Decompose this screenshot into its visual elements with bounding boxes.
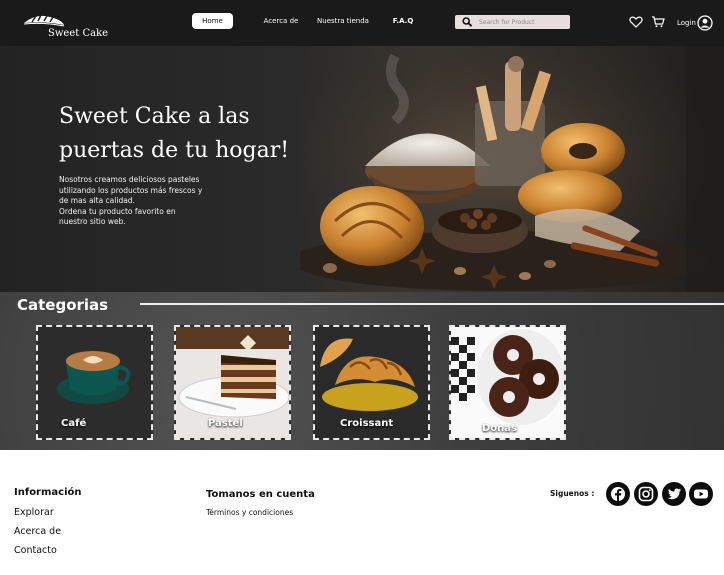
category-card-croissant[interactable]: Croissant <box>313 325 430 440</box>
categories-divider <box>140 303 724 305</box>
hero-banner: Sweet Cake a las puertas de tu hogar! No… <box>0 46 724 292</box>
twitter-button[interactable] <box>662 482 686 506</box>
youtube-button[interactable] <box>689 482 713 506</box>
brand-logo[interactable]: Sweet Cake <box>22 13 108 43</box>
footer-info-heading: Información <box>14 487 82 498</box>
login-label: Login <box>677 19 696 27</box>
hero-title: Sweet Cake a las puertas de tu hogar! <box>59 104 290 163</box>
category-label-pastel: Pastel <box>208 418 243 429</box>
footer-link-acerca[interactable]: Acerca de <box>14 526 61 537</box>
follow-label: Siguenos : <box>550 489 595 498</box>
donuts-image <box>451 327 564 438</box>
facebook-icon <box>611 487 625 502</box>
search-icon[interactable] <box>462 17 473 27</box>
brand-name: Sweet Cake <box>48 28 109 39</box>
twitter-icon <box>667 488 681 500</box>
user-icon <box>697 15 713 31</box>
footer-link-contacto[interactable]: Contacto <box>14 545 57 556</box>
categories-section: Categorias Café Pastel Croissant Donas <box>0 292 724 450</box>
category-label-donas: Donas <box>482 423 517 434</box>
nav-store[interactable]: Nuestra tienda <box>313 13 373 29</box>
hero-description-line: de mas alta calidad. <box>59 196 135 205</box>
youtube-icon <box>694 489 708 499</box>
category-label-croissant: Croissant <box>340 418 394 429</box>
footer: Información Explorar Acerca de Contacto … <box>0 450 724 575</box>
heart-icon[interactable] <box>629 16 643 28</box>
hero-description-line: Ordena tu producto favorito en <box>59 206 176 216</box>
top-navbar: Sweet Cake Home Acerca de Nuestra tienda… <box>0 0 724 46</box>
category-card-donas[interactable]: Donas <box>449 325 566 440</box>
cart-icon[interactable] <box>651 16 665 28</box>
nav-home[interactable]: Home <box>192 13 233 29</box>
nav-faq[interactable]: F.A.Q <box>389 13 417 29</box>
category-card-cafe[interactable]: Café <box>36 325 153 440</box>
category-card-pastel[interactable]: Pastel <box>174 325 291 440</box>
bakery-hero-image <box>300 46 724 292</box>
category-label-cafe: Café <box>61 418 87 429</box>
footer-terms-heading: Tomanos en cuenta <box>206 489 315 500</box>
instagram-icon <box>638 486 654 502</box>
facebook-button[interactable] <box>606 482 630 506</box>
hero-description-line: Nosotros creamos deliciosos pasteles <box>59 175 200 184</box>
hero-description: Nosotros creamos deliciosos pasteles uti… <box>59 175 239 228</box>
search-input[interactable] <box>479 15 567 29</box>
coffee-cup-image <box>38 327 151 438</box>
footer-link-terminos[interactable]: Términos y condiciones <box>206 508 293 517</box>
hero-description-line: utilizando los productos más frescos y <box>59 185 203 195</box>
categories-title: Categorias <box>17 296 109 314</box>
cake-logo-icon <box>23 14 65 27</box>
nav-about[interactable]: Acerca de <box>260 13 302 29</box>
search-bar <box>455 15 570 29</box>
footer-link-explorar[interactable]: Explorar <box>14 507 54 518</box>
hero-description-line: nuestro sitio web. <box>59 217 126 226</box>
instagram-button[interactable] <box>634 482 658 506</box>
